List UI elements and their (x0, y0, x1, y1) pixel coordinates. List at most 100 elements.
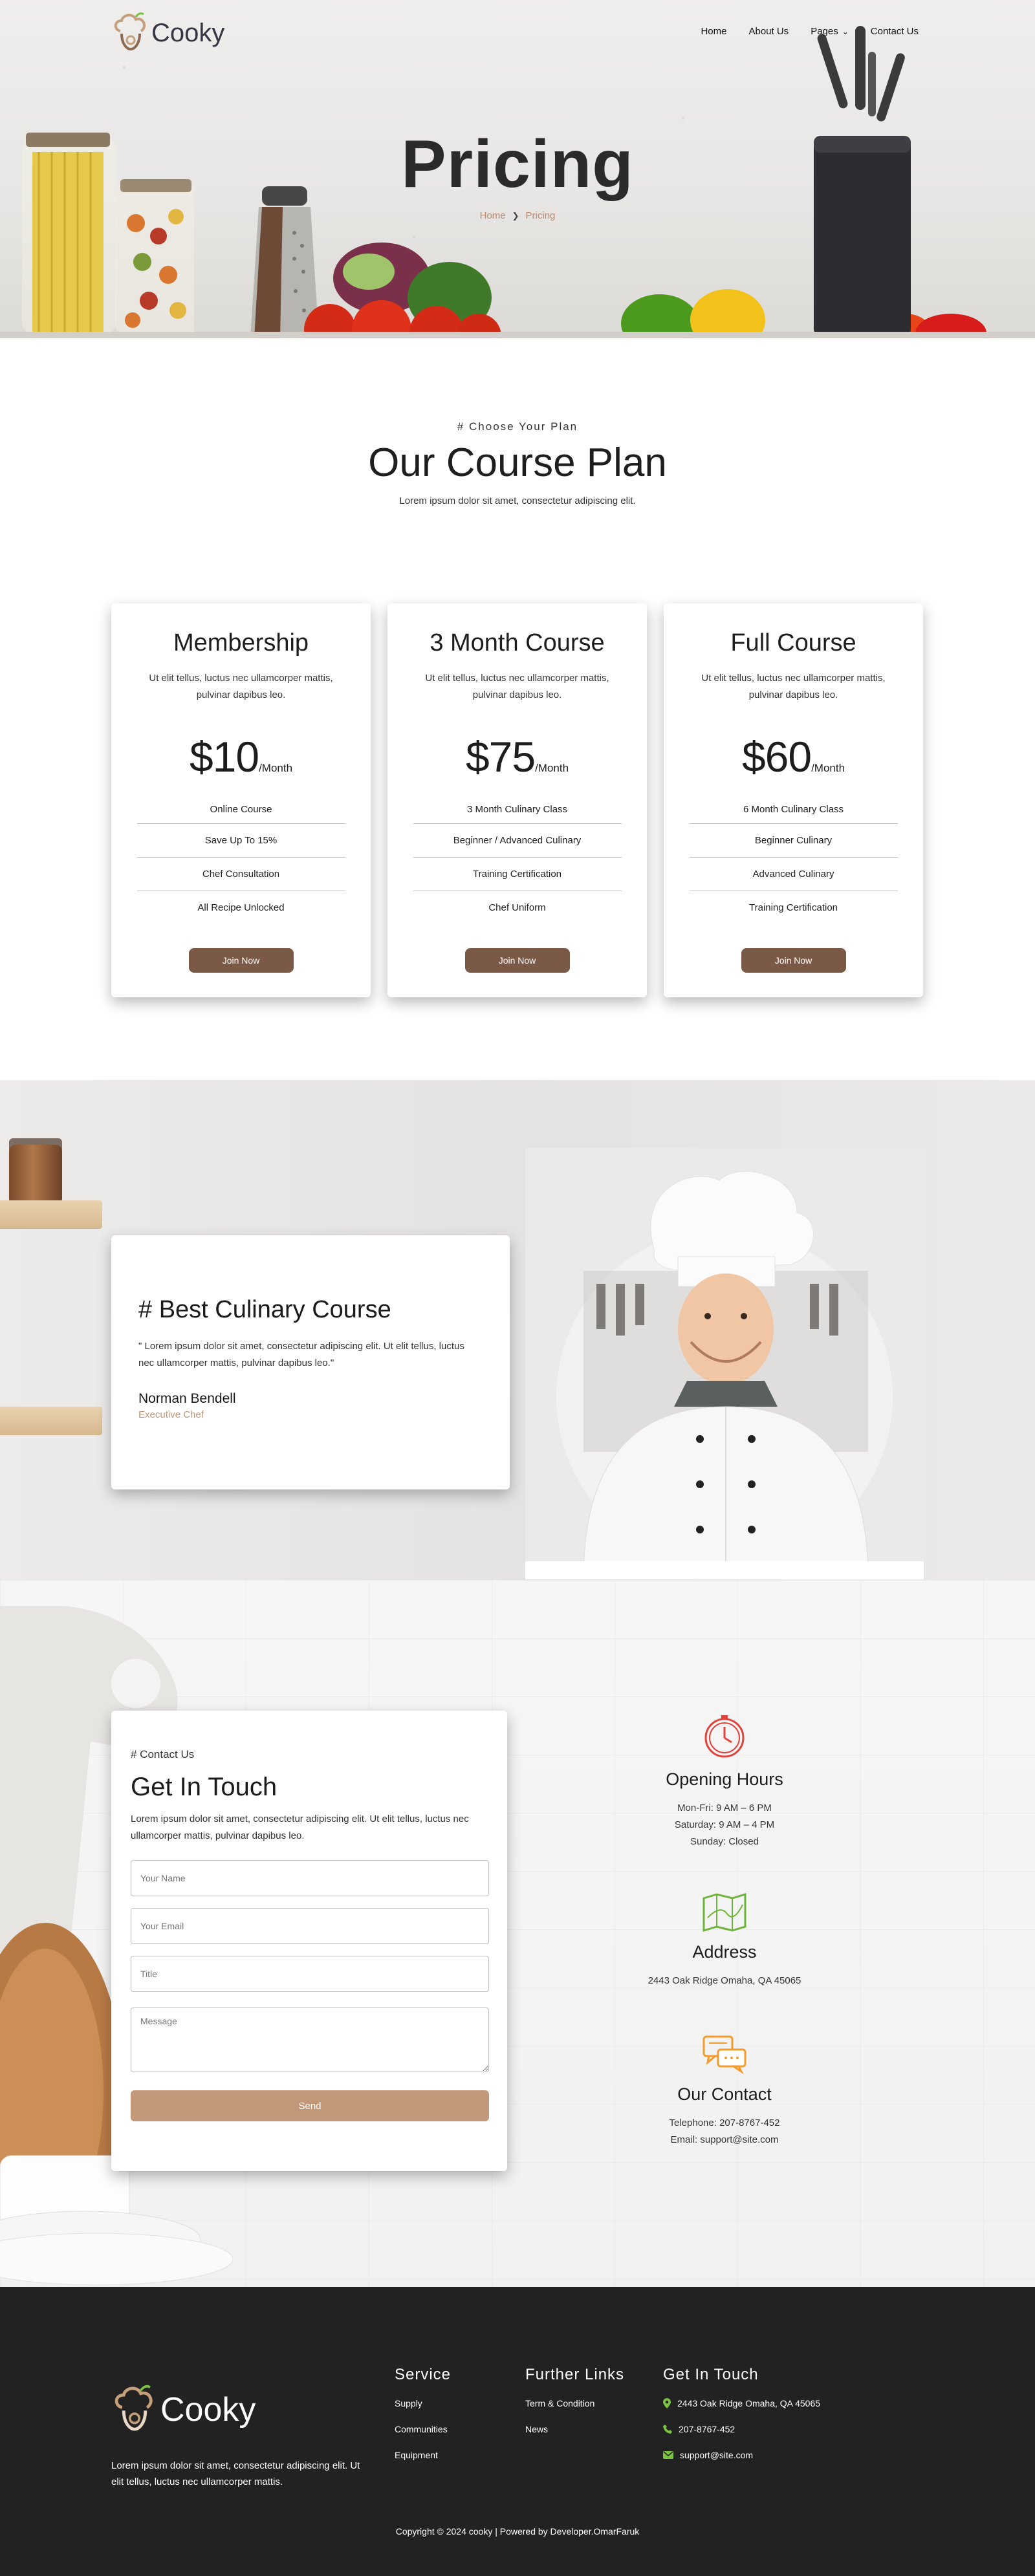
site-footer: Cooky Lorem ipsum dolor sit amet, consec… (0, 2287, 1035, 2576)
chef-photo-base (525, 1561, 924, 1579)
feature-item: Chef Uniform (488, 902, 546, 913)
counter-edge (0, 332, 1035, 338)
opening-hours-title: Opening Hours (666, 1770, 783, 1789)
chevron-down-icon: ⌄ (842, 27, 849, 36)
culinary-quote: " Lorem ipsum dolor sit amet, consectetu… (138, 1341, 464, 1369)
join-now-button[interactable]: Join Now (464, 948, 570, 973)
telephone-line: Telephone: 207-8767-452 (669, 2117, 780, 2128)
nav-pages[interactable]: Pages ⌄ (811, 26, 849, 37)
feature-item: Save Up To 15% (136, 824, 345, 858)
nav-home[interactable]: Home (701, 26, 726, 37)
address-block: Address 2443 Oak Ridge Omaha, QA 45065 (595, 1892, 854, 1989)
footer-logo[interactable]: Cooky (111, 2384, 256, 2436)
page-title: Pricing (401, 127, 634, 202)
footer-phone[interactable]: 207-8767-452 (663, 2424, 820, 2434)
plan-desc: Ut elit tellus, luctus nec ullamcorper m… (149, 673, 333, 700)
our-contact-block: Our Contact Telephone: 207-8767-452 Emai… (595, 2034, 854, 2148)
opening-hours-block: Opening Hours Mon-Fri: 9 AM – 6 PM Satur… (595, 1714, 854, 1850)
brand-logo[interactable]: Cooky (111, 12, 224, 54)
hero-banner: Cooky Home About Us Pages ⌄ Contact Us Pr… (0, 0, 1035, 338)
contact-form: # Contact Us Get In Touch Lorem ipsum do… (111, 1711, 507, 2171)
breadcrumb-home[interactable]: Home (480, 210, 506, 221)
footer-address[interactable]: 2443 Oak Ridge Omaha, QA 45065 (663, 2398, 820, 2408)
footer-get-in-touch-column: Get In Touch 2443 Oak Ridge Omaha, QA 45… (663, 2366, 820, 2476)
map-pin-icon (663, 2398, 671, 2408)
price-amount: $75 (465, 733, 536, 781)
price-period: /Month (259, 762, 293, 774)
plan-desc: Ut elit tellus, luctus nec ullamcorper m… (701, 673, 886, 700)
nav-pages-label: Pages (811, 26, 838, 37)
breadcrumb: Home ❯ Pricing (0, 210, 1035, 221)
feature-item: 6 Month Culinary Class (689, 796, 898, 824)
footer-link-supply[interactable]: Supply (395, 2398, 451, 2408)
plan-price: $10/Month (111, 732, 371, 781)
plan-price: $60/Month (664, 732, 923, 781)
plan-card-membership: Membership Ut elit tellus, luctus nec ul… (111, 603, 371, 997)
plan-card-full: Full Course Ut elit tellus, luctus nec u… (664, 603, 923, 997)
feature-item: Advanced Culinary (689, 858, 898, 891)
plans-subtitle: Lorem ipsum dolor sit amet, consectetur … (399, 495, 636, 506)
feature-item: Online Course (136, 796, 345, 824)
culinary-title: # Best Culinary Course (138, 1296, 391, 1323)
chef-name: Norman Bendell (138, 1391, 236, 1406)
chevron-right-icon: ❯ (512, 211, 519, 221)
chat-icon (703, 2035, 746, 2074)
plan-price: $75/Month (387, 732, 647, 781)
footer-email-text: support@site.com (680, 2450, 754, 2460)
plan-desc: Ut elit tellus, luctus nec ullamcorper m… (425, 673, 609, 700)
title-field[interactable] (131, 1956, 489, 1992)
join-now-button[interactable]: Join Now (188, 948, 294, 973)
hours-line: Sunday: Closed (690, 1836, 759, 1847)
peppers-image (621, 289, 765, 338)
footer-link-terms[interactable]: Term & Condition (525, 2398, 624, 2408)
nav-contact[interactable]: Contact Us (871, 26, 919, 37)
join-now-button[interactable]: Join Now (741, 948, 846, 973)
plan-name: Membership (173, 629, 309, 656)
email-line: Email: support@site.com (670, 2134, 779, 2145)
chef-role: Executive Chef (138, 1409, 204, 1420)
hours-line: Mon-Fri: 9 AM – 6 PM (677, 1802, 772, 1813)
footer-link-equipment[interactable]: Equipment (395, 2450, 451, 2460)
footer-service-column: Service Supply Communities Equipment (395, 2366, 451, 2476)
main-nav: Home About Us Pages ⌄ Contact Us (701, 26, 919, 37)
feature-item: Beginner Culinary (689, 824, 898, 858)
plans-title: Our Course Plan (368, 440, 667, 485)
spice-jar-image (9, 1145, 62, 1203)
address-line: 2443 Oak Ridge Omaha, QA 45065 (648, 1975, 801, 1986)
message-field[interactable] (131, 2008, 489, 2072)
phone-icon (663, 2425, 672, 2434)
footer-desc: Lorem ipsum dolor sit amet, consectetur … (111, 2460, 360, 2487)
nav-about[interactable]: About Us (748, 26, 789, 37)
cooky-logo-icon (114, 12, 146, 51)
footer-column-title: Further Links (525, 2366, 625, 2383)
vegetables-image (304, 243, 501, 338)
feature-item: Beginner / Advanced Culinary (413, 824, 622, 858)
feature-item: Training Certification (413, 858, 622, 891)
hours-line: Saturday: 9 AM – 4 PM (674, 1819, 775, 1830)
feature-item: Training Certification (749, 902, 838, 913)
name-field[interactable] (131, 1860, 489, 1896)
footer-link-communities[interactable]: Communities (395, 2424, 451, 2434)
our-contact-title: Our Contact (677, 2084, 772, 2104)
footer-email[interactable]: support@site.com (663, 2450, 820, 2460)
footer-address-text: 2443 Oak Ridge Omaha, QA 45065 (677, 2398, 821, 2408)
send-button[interactable]: Send (131, 2090, 489, 2121)
feature-item: 3 Month Culinary Class (413, 796, 622, 824)
mail-icon (663, 2451, 673, 2459)
plan-name: 3 Month Course (430, 629, 605, 656)
plan-features: Online Course Save Up To 15% Chef Consul… (136, 796, 345, 925)
footer-brand-name: Cooky (160, 2391, 256, 2429)
email-field[interactable] (131, 1908, 489, 1944)
footer-phone-text: 207-8767-452 (679, 2424, 735, 2434)
footer-link-news[interactable]: News (525, 2424, 624, 2434)
contact-desc: Lorem ipsum dolor sit amet, consectetur … (131, 1813, 469, 1841)
contact-eyebrow: # Contact Us (131, 1748, 195, 1760)
cooky-logo-icon (114, 2385, 153, 2431)
address-title: Address (692, 1942, 757, 1962)
chef-image (556, 1171, 893, 1579)
wood-shelf (0, 1200, 102, 1229)
chef-photo (525, 1148, 924, 1579)
feature-item: Chef Consultation (136, 858, 345, 891)
price-period: /Month (811, 762, 845, 774)
plan-features: 6 Month Culinary Class Beginner Culinary… (689, 796, 898, 925)
